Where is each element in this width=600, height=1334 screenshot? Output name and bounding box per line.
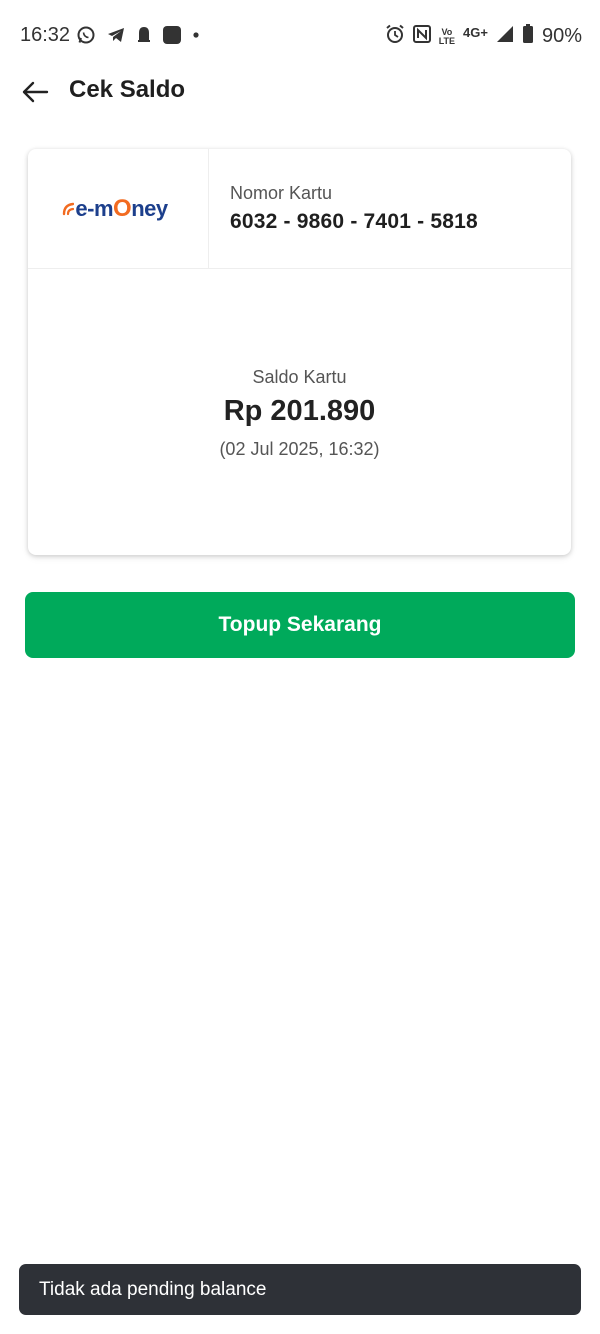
status-time: 16:32 (20, 24, 71, 46)
snackbar: Tidak ada pending balance (19, 1264, 581, 1315)
balance-label: Saldo Kartu (252, 367, 347, 387)
emoney-logo-suffix: ney (131, 196, 168, 221)
battery-percent: 90% (541, 25, 582, 47)
whatsapp-icon (76, 25, 96, 50)
card-number-label: Nomor Kartu (230, 183, 333, 203)
card-number: 6032 - 9860 - 7401 - 5818 (230, 210, 478, 233)
back-button[interactable] (18, 76, 52, 108)
emoney-logo-o: O (113, 195, 132, 222)
emoney-logo-prefix: e-m (75, 196, 114, 221)
snackbar-message: Tidak ada pending balance (39, 1278, 267, 1300)
arrow-left-icon (22, 81, 49, 103)
card-info-row: e-m Oney Nomor Kartu 6032 - 9860 - 7401 -… (28, 149, 571, 269)
signal-icon (496, 25, 514, 48)
notification-bell-icon (136, 25, 152, 50)
topup-button[interactable]: Topup Sekarang (25, 592, 575, 658)
card-number-block: Nomor Kartu 6032 - 9860 - 7401 - 5818 (230, 183, 478, 234)
battery-icon (522, 24, 534, 49)
emoney-signal-icon (63, 202, 75, 216)
alarm-icon (385, 24, 405, 49)
volte-icon: Vo LTE (438, 26, 456, 46)
emoney-logo: e-m Oney (62, 195, 168, 223)
status-left-icons (76, 25, 200, 50)
balance-block: Saldo Kartu Rp 201.890 (02 Jul 2025, 16:… (28, 269, 571, 555)
balance-timestamp: (02 Jul 2025, 16:32) (219, 439, 380, 459)
nfc-icon (412, 25, 431, 48)
status-right-icons: Vo LTE 4G+ 90% (385, 24, 582, 49)
app-square-icon (162, 25, 182, 50)
page-title: Cek Saldo (69, 76, 186, 103)
telegram-icon (106, 25, 126, 50)
card-logo-cell: e-m Oney (28, 149, 209, 269)
status-bar: 16:32 Vo LTE 4G+ 90% (0, 0, 600, 72)
card-balance-panel: e-m Oney Nomor Kartu 6032 - 9860 - 7401 -… (28, 149, 571, 555)
app-header: Cek Saldo (0, 72, 600, 112)
balance-amount: Rp 201.890 (223, 395, 376, 427)
dot-icon (192, 25, 200, 50)
network-type: 4G+ (463, 25, 488, 40)
